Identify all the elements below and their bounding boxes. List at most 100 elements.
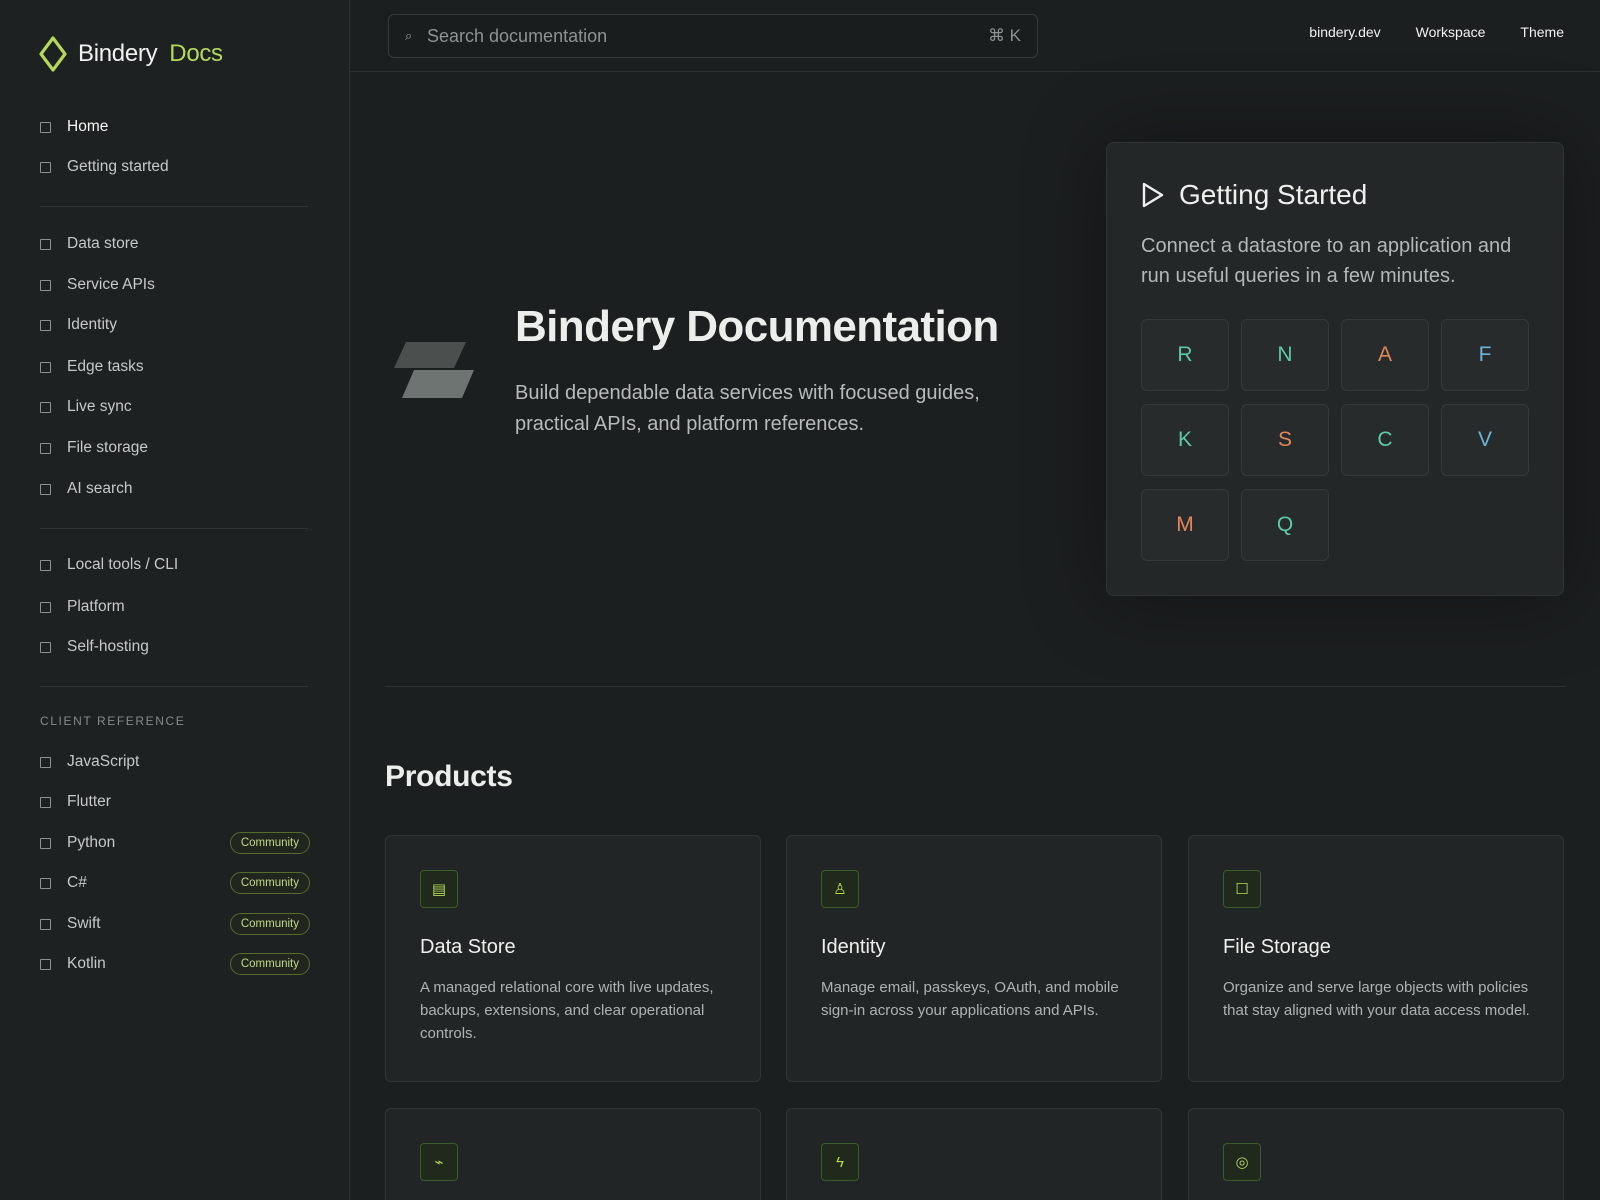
product-card-item-5[interactable]: ϟ (786, 1108, 1162, 1200)
page-subtitle: Build dependable data services with focu… (515, 382, 980, 435)
framework-tile-c[interactable]: C (1341, 404, 1429, 476)
sidebar-item-label: Identity (67, 316, 117, 333)
sidebar-item-label: Live sync (67, 398, 132, 415)
sidebar-item-identity[interactable]: Identity (40, 311, 310, 339)
framework-tile-a[interactable]: A (1341, 319, 1429, 391)
search-icon: ⌕ (405, 28, 413, 43)
product-card-identity[interactable]: ♙ Identity Manage email, passkeys, OAuth, … (786, 835, 1162, 1082)
docs-app: Bindery Docs Home Getting started Data sto… (0, 0, 1600, 1200)
product-description: Manage email, passkeys, OAuth, and mobil… (821, 979, 1119, 1019)
getting-started-title: Getting Started (1179, 179, 1368, 210)
sidebar-item-self-hosting[interactable]: Self-hosting (40, 633, 310, 661)
sidebar-item-c[interactable]: C# Community (40, 869, 310, 897)
sidebar-item-kotlin[interactable]: Kotlin Community (40, 950, 310, 978)
top-bar: ⌕ ⌘ K bindery.dev Workspace Theme (350, 0, 1600, 72)
page-icon (40, 319, 51, 331)
sidebar-item-data-store[interactable]: Data store (40, 230, 310, 258)
brand-suffix: Docs (169, 40, 223, 67)
link-theme[interactable]: Theme (1520, 24, 1564, 40)
sidebar-divider (40, 206, 308, 207)
section-divider (385, 686, 1565, 687)
product-description: A managed relational core with live upda… (420, 979, 714, 1042)
community-badge: Community (229, 913, 310, 935)
hero-logo-icon (394, 342, 474, 398)
community-badge: Community (229, 953, 310, 975)
sidebar-item-live-sync[interactable]: Live sync (40, 393, 310, 421)
sidebar-item-javascript[interactable]: JavaScript (40, 748, 310, 776)
sidebar-item-edge-tasks[interactable]: Edge tasks (40, 353, 310, 381)
product-card-item-4[interactable]: ⌁ (385, 1108, 761, 1200)
sidebar-item-label: Kotlin (67, 955, 106, 972)
sidebar: Bindery Docs Home Getting started Data sto… (0, 0, 350, 1200)
top-links: bindery.dev Workspace Theme (1309, 24, 1564, 40)
product-description: Organize and serve large objects with po… (1223, 979, 1530, 1019)
product-card-file-storage[interactable]: ☐ File Storage Organize and serve large ob… (1188, 835, 1564, 1082)
sidebar-item-label: JavaScript (67, 753, 140, 770)
sidebar-item-service-apis[interactable]: Service APIs (40, 271, 310, 299)
client-reference-heading: CLIENT REFERENCE (40, 714, 186, 728)
sidebar-item-label: Python (67, 834, 116, 851)
page-icon (40, 918, 51, 930)
sidebar-item-flutter[interactable]: Flutter (40, 788, 310, 816)
product-title: Identity (821, 936, 886, 958)
sidebar-item-ai-search[interactable]: AI search (40, 475, 310, 503)
products-heading: Products (385, 760, 513, 793)
framework-tile-n[interactable]: N (1241, 319, 1329, 391)
sidebar-item-label: Service APIs (67, 276, 155, 293)
framework-tile-f[interactable]: F (1441, 319, 1529, 391)
page-icon (40, 837, 51, 849)
brand[interactable]: Bindery Docs (38, 36, 223, 72)
table-icon: ▤ (420, 870, 458, 908)
page-icon (40, 559, 51, 571)
sidebar-item-swift[interactable]: Swift Community (40, 910, 310, 938)
sidebar-item-local-tools-cli[interactable]: Local tools / CLI (40, 551, 310, 579)
sidebar-item-label: Edge tasks (67, 358, 144, 375)
sidebar-item-label: Swift (67, 915, 101, 932)
page-icon (40, 756, 51, 768)
page-icon (40, 877, 51, 889)
page-icon (40, 601, 51, 613)
link-workspace[interactable]: Workspace (1416, 24, 1486, 40)
sidebar-divider (40, 528, 308, 529)
sidebar-item-label: Getting started (67, 158, 169, 175)
community-badge: Community (229, 832, 310, 854)
link-site[interactable]: bindery.dev (1309, 24, 1380, 40)
sidebar-item-platform[interactable]: Platform (40, 593, 310, 621)
sidebar-item-label: C# (67, 874, 87, 891)
sidebar-item-python[interactable]: Python Community (40, 829, 310, 857)
sidebar-item-getting-started[interactable]: Getting started (40, 153, 310, 181)
play-icon (1142, 182, 1164, 208)
bindery-logo-icon (39, 36, 67, 72)
sidebar-item-file-storage[interactable]: File storage (40, 434, 310, 462)
product-card-item-6[interactable]: ◎ (1188, 1108, 1564, 1200)
getting-started-header[interactable]: Getting Started (1141, 179, 1367, 211)
brand-name: Bindery (78, 40, 158, 67)
getting-started-card: Getting Started Connect a datastore to a… (1106, 142, 1564, 596)
page-icon (40, 483, 51, 495)
framework-tile-q[interactable]: Q (1241, 489, 1329, 561)
page-icon (40, 121, 51, 133)
search-shortcut: ⌘ K (987, 26, 1021, 45)
page-icon (40, 161, 51, 173)
framework-tile-v[interactable]: V (1441, 404, 1529, 476)
framework-tile-r[interactable]: R (1141, 319, 1229, 391)
search-input[interactable] (427, 25, 988, 47)
page-icon (40, 238, 51, 250)
getting-started-description: Connect a datastore to an application an… (1141, 235, 1512, 287)
person-icon: ♙ (821, 870, 859, 908)
page-title: Bindery Documentation (515, 302, 999, 351)
page-icon (40, 796, 51, 808)
target-icon: ◎ (1223, 1143, 1261, 1181)
sidebar-item-label: Flutter (67, 793, 111, 810)
framework-tile-k[interactable]: K (1141, 404, 1229, 476)
sidebar-item-label: Self-hosting (67, 638, 149, 655)
page-icon (40, 361, 51, 373)
product-card-data-store[interactable]: ▤ Data Store A managed relational core wit… (385, 835, 761, 1082)
sidebar-item-label: Local tools / CLI (67, 556, 179, 573)
framework-tile-m[interactable]: M (1141, 489, 1229, 561)
framework-tile-s[interactable]: S (1241, 404, 1329, 476)
square-icon: ☐ (1223, 870, 1261, 908)
sidebar-item-label: File storage (67, 439, 148, 456)
search-box[interactable]: ⌕ ⌘ K (388, 14, 1038, 58)
sidebar-item-home[interactable]: Home (40, 113, 310, 141)
